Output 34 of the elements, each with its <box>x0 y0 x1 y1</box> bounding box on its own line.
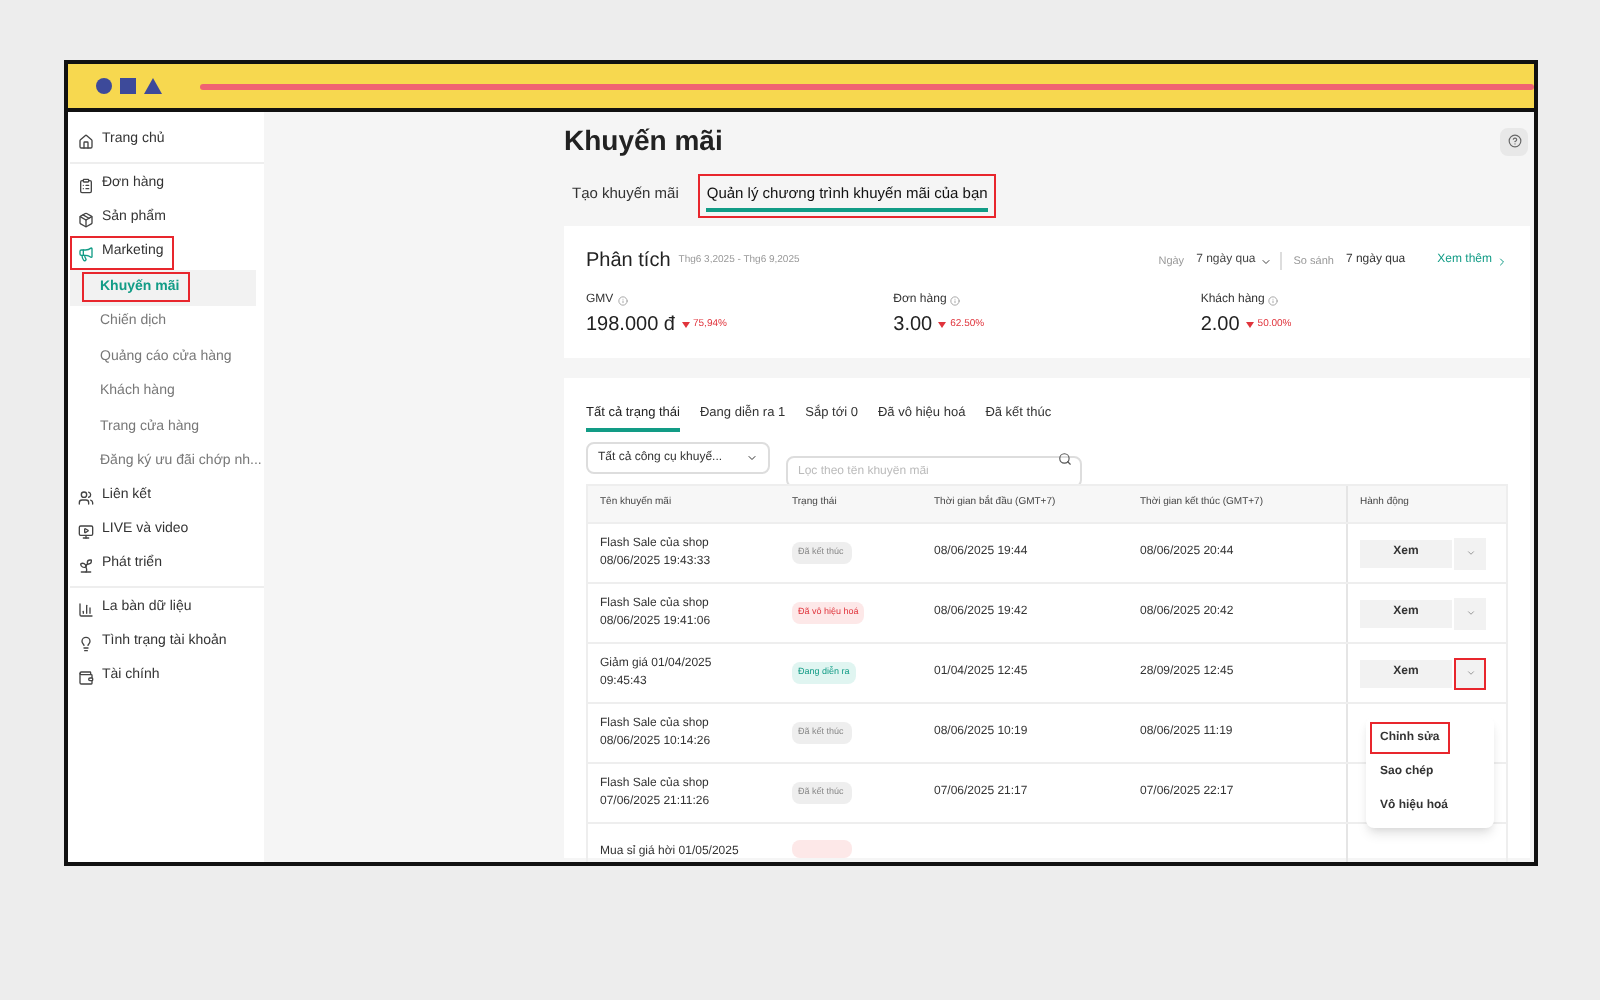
analytics-title: Phân tích <box>586 248 671 277</box>
circle-icon <box>96 78 112 94</box>
lightbulb-icon <box>78 635 94 651</box>
box-icon <box>78 211 94 227</box>
chevron-down-icon <box>1465 548 1475 558</box>
down-triangle-icon <box>1245 322 1254 329</box>
square-icon <box>120 78 136 94</box>
wallet-icon <box>78 669 94 685</box>
chevron-down-icon <box>746 452 758 464</box>
chevron-down-icon <box>1259 255 1272 268</box>
page-title: Khuyến mãi <box>564 122 723 160</box>
metric-value: 2.00 <box>1200 312 1240 341</box>
down-triangle-icon <box>681 322 689 329</box>
home-icon <box>78 133 94 149</box>
people-icon <box>78 489 94 505</box>
info-icon <box>1268 296 1279 307</box>
chevron-right-icon <box>1496 255 1508 268</box>
metric-value: 198.000 đ <box>586 312 675 341</box>
info-icon <box>617 296 628 307</box>
clipboard-icon <box>78 177 94 193</box>
sprout-icon <box>78 557 94 573</box>
info-icon <box>950 296 961 307</box>
help-button[interactable] <box>1500 127 1528 155</box>
chevron-down-icon <box>1465 668 1475 678</box>
help-icon <box>1507 134 1521 148</box>
search-icon <box>1058 451 1072 465</box>
down-triangle-icon <box>938 322 947 329</box>
megaphone-icon <box>78 245 94 261</box>
more-actions-button[interactable] <box>1454 657 1486 689</box>
triangle-icon <box>144 78 162 94</box>
video-icon <box>78 523 94 539</box>
metric-value: 3.00 <box>893 312 933 341</box>
bar-chart-icon <box>78 601 94 617</box>
chevron-down-icon <box>1465 608 1475 618</box>
